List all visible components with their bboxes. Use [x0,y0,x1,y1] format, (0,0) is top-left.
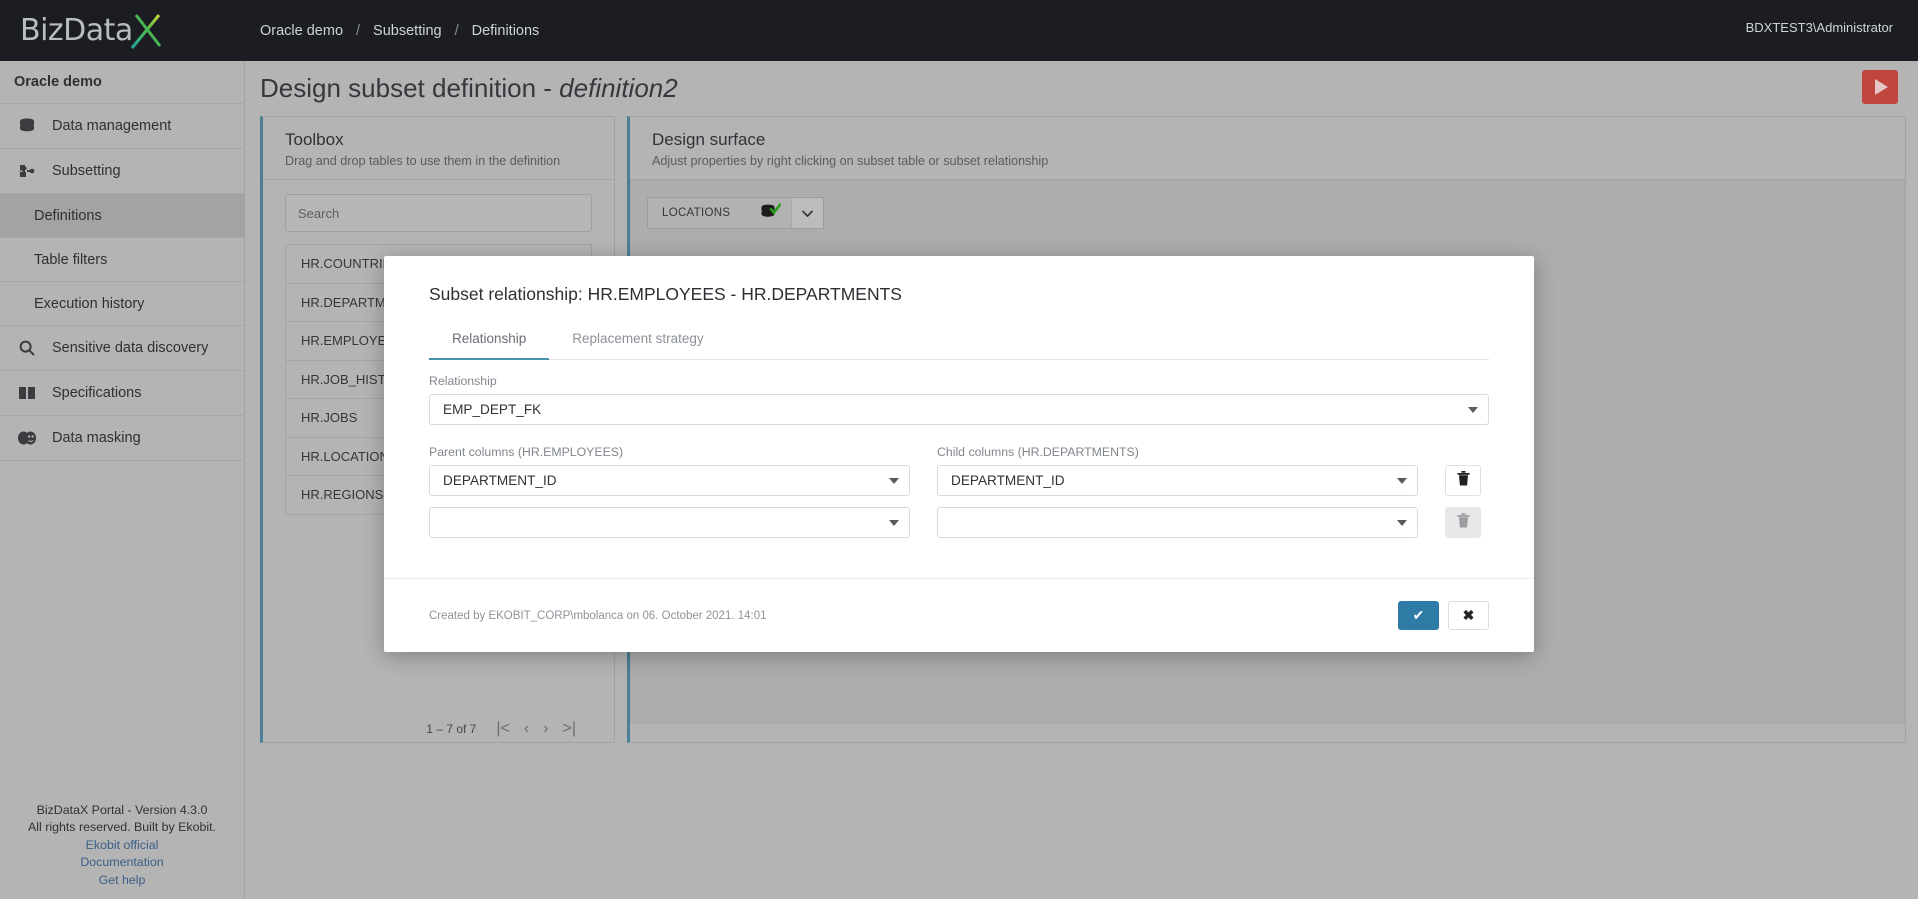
child-columns-label: Child columns (HR.DEPARTMENTS) [937,445,1139,459]
dialog-tabs: Relationship Replacement strategy [429,331,1489,360]
subset-relationship-dialog: Subset relationship: HR.EMPLOYEES - HR.D… [384,256,1534,652]
chevron-down-icon [1397,519,1407,526]
chevron-down-icon [889,519,899,526]
chevron-down-icon [1397,477,1407,484]
dialog-action-buttons: ✔ ✖ [1398,601,1489,630]
modal-overlay: Subset relationship: HR.EMPLOYEES - HR.D… [0,0,1918,899]
created-by-text: Created by EKOBIT_CORP\mbolanca on 06. O… [429,609,767,622]
columns-row: Parent columns (HR.EMPLOYEES) DEPARTMENT… [429,445,1489,549]
parent-columns-group: Parent columns (HR.EMPLOYEES) DEPARTMENT… [429,445,910,549]
tab-relationship[interactable]: Relationship [429,331,550,360]
dialog-footer: Created by EKOBIT_CORP\mbolanca on 06. O… [384,578,1534,652]
cancel-button[interactable]: ✖ [1448,601,1489,630]
relationship-field-label: Relationship [429,374,497,388]
chevron-down-icon [1468,406,1478,413]
parent-columns-label: Parent columns (HR.EMPLOYEES) [429,445,624,459]
relationship-select-value: EMP_DEPT_FK [443,402,542,417]
child-columns-group: Child columns (HR.DEPARTMENTS) DEPARTMEN… [937,445,1418,549]
child-column-select-1[interactable] [937,507,1418,538]
dialog-body: Relationship EMP_DEPT_FK Parent columns … [384,360,1534,549]
confirm-button[interactable]: ✔ [1398,601,1439,630]
tab-replacement-strategy[interactable]: Replacement strategy [549,331,726,359]
relationship-select[interactable]: EMP_DEPT_FK [429,394,1489,425]
parent-column-select-1[interactable] [429,507,910,538]
delete-icon [1457,512,1470,533]
delete-icon [1457,470,1470,491]
chevron-down-icon [889,477,899,484]
parent-column-select-0[interactable]: DEPARTMENT_ID [429,465,910,496]
delete-buttons-column [1445,445,1481,549]
parent-column-value-0: DEPARTMENT_ID [443,473,557,488]
child-column-value-0: DEPARTMENT_ID [951,473,1065,488]
delete-column-pair-button-0[interactable] [1445,465,1481,496]
child-column-select-0[interactable]: DEPARTMENT_ID [937,465,1418,496]
dialog-title: Subset relationship: HR.EMPLOYEES - HR.D… [429,284,902,304]
delete-column-pair-button-1[interactable] [1445,507,1481,538]
